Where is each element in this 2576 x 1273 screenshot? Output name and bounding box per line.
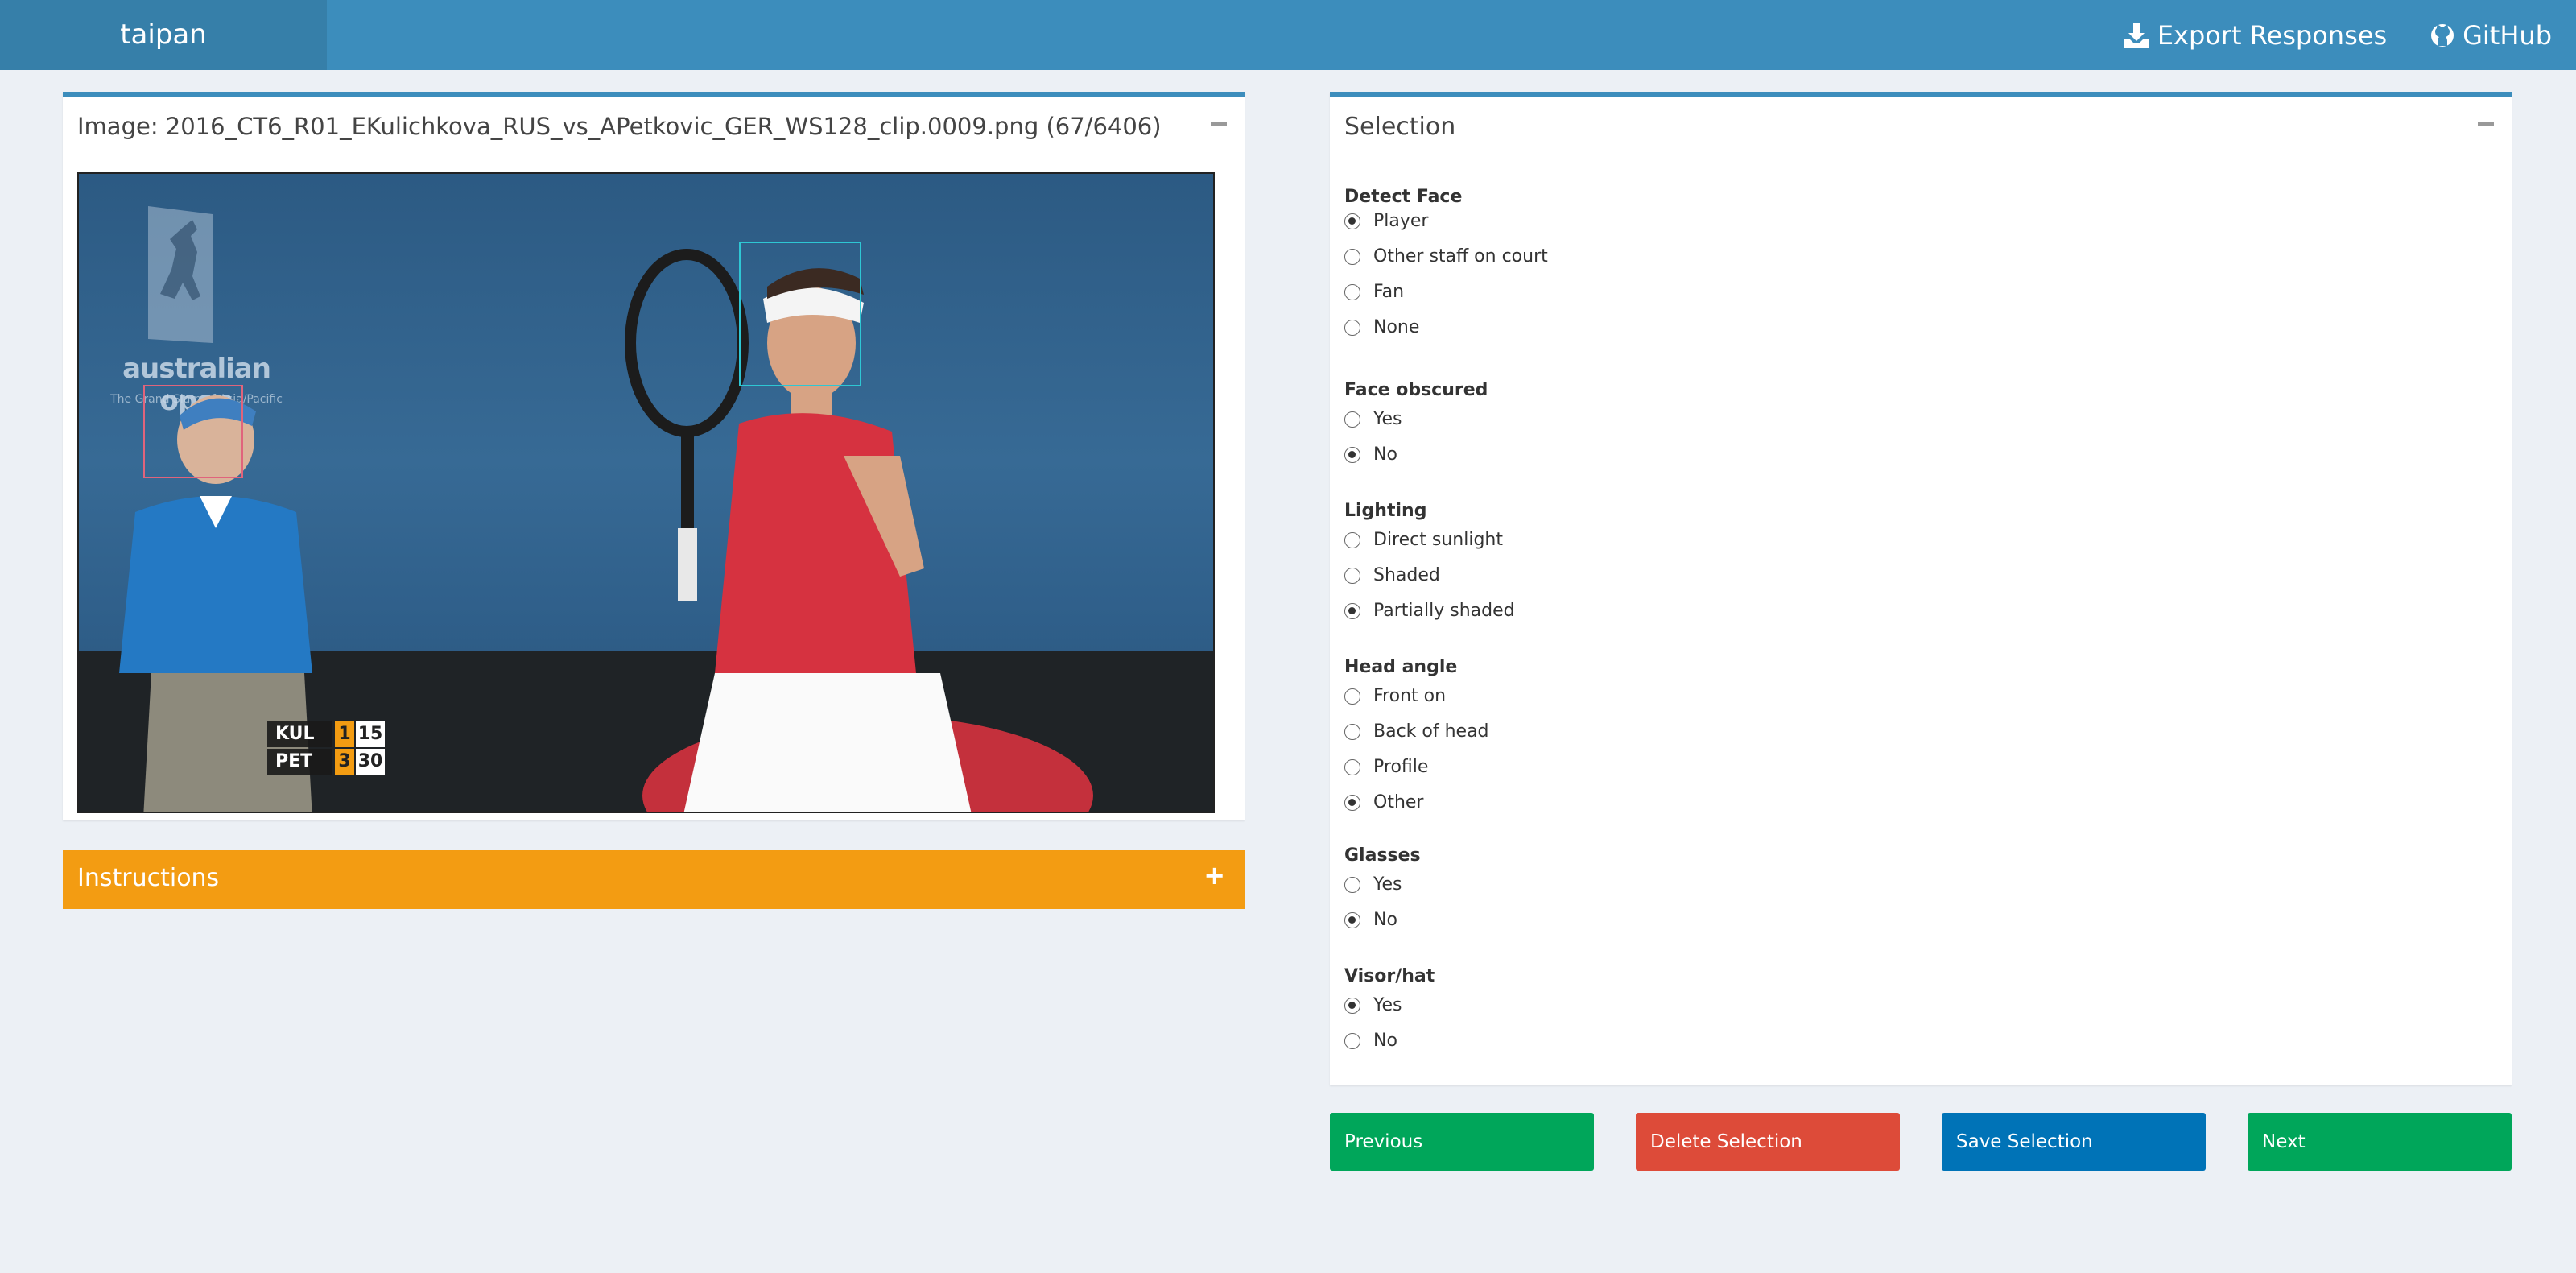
top-navbar: taipan Export Responses GitHub — [0, 0, 2576, 70]
scoreboard-player: KUL — [267, 721, 332, 747]
selection-panel-header: Selection — [1330, 97, 2512, 158]
radio-option-label: None — [1373, 317, 1420, 337]
scoreboard-player: PET — [267, 749, 332, 775]
scoreboard-set: 1 — [335, 721, 354, 747]
radio-option-label: Player — [1373, 211, 1429, 231]
radio-button[interactable] — [1344, 248, 1360, 265]
scoreboard-points: 15 — [356, 721, 385, 747]
radio-button[interactable] — [1344, 723, 1360, 740]
radio-button[interactable] — [1344, 411, 1360, 428]
radio-option-label: Yes — [1373, 995, 1402, 1015]
scoreboard-points: 30 — [356, 749, 385, 775]
radio-option[interactable]: Back of head — [1344, 721, 1489, 742]
radio-group-label: Lighting — [1344, 501, 1427, 521]
radio-button[interactable] — [1344, 213, 1360, 229]
radio-option-label: No — [1373, 910, 1397, 930]
github-link[interactable]: GitHub — [2430, 20, 2552, 51]
image-panel: Image: 2016_CT6_R01_EKulichkova_RUS_vs_A… — [63, 92, 1245, 820]
radio-button[interactable] — [1344, 688, 1360, 705]
radio-option-label: Yes — [1373, 874, 1402, 895]
radio-button[interactable] — [1344, 319, 1360, 336]
radio-option[interactable]: Yes — [1344, 409, 1402, 429]
radio-option-label: Shaded — [1373, 565, 1440, 585]
radio-button[interactable] — [1344, 283, 1360, 300]
radio-option-label: Fan — [1373, 282, 1405, 302]
radio-option[interactable]: Direct sunlight — [1344, 530, 1503, 550]
image-panel-title: Image: 2016_CT6_R01_EKulichkova_RUS_vs_A… — [77, 113, 1162, 140]
download-icon — [2123, 23, 2149, 48]
scoreboard: KUL 1 15 PET 3 30 — [267, 721, 385, 776]
minus-icon[interactable] — [1211, 122, 1227, 126]
face-bounding-box-player[interactable] — [739, 242, 861, 386]
face-bounding-box-staff[interactable] — [143, 385, 243, 478]
scoreboard-row: KUL 1 15 — [267, 721, 385, 747]
navbar-links: Export Responses GitHub — [2123, 0, 2552, 70]
radio-option[interactable]: Other staff on court — [1344, 246, 1548, 267]
radio-option[interactable]: Profile — [1344, 757, 1428, 777]
radio-option[interactable]: None — [1344, 317, 1419, 337]
radio-group-label: Face obscured — [1344, 380, 1488, 400]
radio-option-label: Other — [1373, 792, 1424, 812]
github-label: GitHub — [2462, 19, 2552, 51]
radio-button[interactable] — [1344, 876, 1360, 893]
radio-button[interactable] — [1344, 602, 1360, 619]
instructions-panel[interactable]: Instructions + — [63, 850, 1245, 909]
radio-option-label: Yes — [1373, 409, 1402, 429]
radio-option-label: Back of head — [1373, 721, 1489, 742]
plus-icon[interactable]: + — [1203, 860, 1225, 891]
radio-option[interactable]: Yes — [1344, 995, 1402, 1015]
radio-option[interactable]: Shaded — [1344, 565, 1440, 585]
export-responses-link[interactable]: Export Responses — [2123, 19, 2388, 51]
export-responses-label: Export Responses — [2157, 19, 2388, 51]
image-panel-header: Image: 2016_CT6_R01_EKulichkova_RUS_vs_A… — [63, 97, 1245, 158]
radio-option-label: No — [1373, 1031, 1397, 1051]
previous-button[interactable]: Previous — [1330, 1113, 1594, 1171]
selection-panel-title: Selection — [1344, 113, 1456, 141]
radio-option-label: Direct sunlight — [1373, 530, 1503, 550]
radio-option[interactable]: Fan — [1344, 282, 1404, 302]
minus-icon[interactable] — [2478, 122, 2494, 126]
annotation-image[interactable]: australian open The Grand Slam of Asia/P… — [77, 172, 1215, 813]
radio-button[interactable] — [1344, 794, 1360, 811]
radio-option[interactable]: No — [1344, 1031, 1397, 1051]
radio-button[interactable] — [1344, 1032, 1360, 1049]
radio-option[interactable]: Player — [1344, 211, 1428, 231]
github-icon — [2431, 23, 2454, 47]
scoreboard-row: PET 3 30 — [267, 749, 385, 775]
radio-option[interactable]: Other — [1344, 792, 1423, 812]
radio-button[interactable] — [1344, 997, 1360, 1014]
radio-option[interactable]: No — [1344, 444, 1397, 465]
tennis-court-scene: australian open The Grand Slam of Asia/P… — [79, 174, 1213, 812]
radio-button[interactable] — [1344, 758, 1360, 775]
radio-button[interactable] — [1344, 531, 1360, 548]
radio-option[interactable]: No — [1344, 910, 1397, 930]
radio-option-label: Profile — [1373, 757, 1429, 777]
radio-button[interactable] — [1344, 911, 1360, 928]
radio-option-label: No — [1373, 444, 1397, 465]
save-selection-button[interactable]: Save Selection — [1942, 1113, 2206, 1171]
radio-option-label: Other staff on court — [1373, 246, 1548, 267]
radio-option-label: Partially shaded — [1373, 601, 1515, 621]
radio-button[interactable] — [1344, 446, 1360, 463]
scoreboard-set: 3 — [335, 749, 354, 775]
radio-option[interactable]: Partially shaded — [1344, 601, 1515, 621]
app-logo[interactable]: taipan — [0, 0, 327, 70]
radio-option[interactable]: Yes — [1344, 874, 1402, 895]
radio-option-label: Front on — [1373, 686, 1447, 706]
selection-panel: Selection Detect Face Player Other staff o… — [1330, 92, 2512, 1085]
next-button[interactable]: Next — [2248, 1113, 2512, 1171]
radio-group-label: Head angle — [1344, 657, 1458, 677]
radio-option[interactable]: Front on — [1344, 686, 1446, 706]
delete-selection-button[interactable]: Delete Selection — [1636, 1113, 1900, 1171]
instructions-title: Instructions — [77, 864, 220, 892]
radio-group-label: Glasses — [1344, 845, 1421, 866]
radio-group-label: Visor/hat — [1344, 966, 1435, 986]
radio-group-label: Detect Face — [1344, 187, 1463, 207]
radio-button[interactable] — [1344, 567, 1360, 584]
